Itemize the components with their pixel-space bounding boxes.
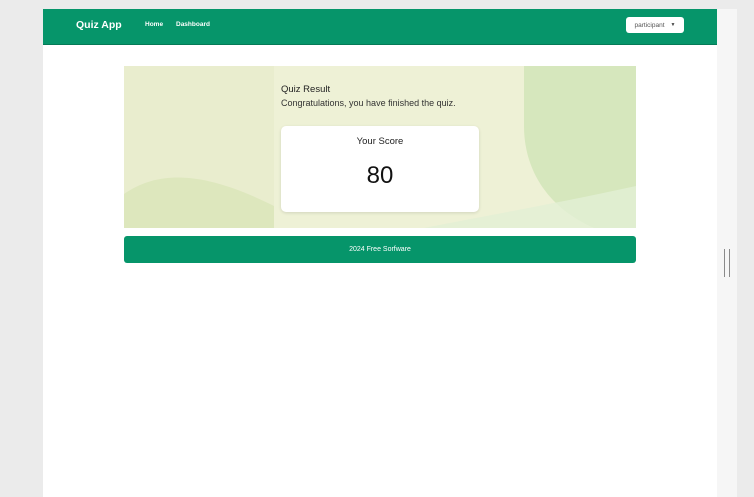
nav-home-link[interactable]: Home	[145, 21, 163, 28]
navbar: Quiz App Home Dashboard participant ▼	[43, 9, 717, 45]
result-hero: Quiz Result Congratulations, you have fi…	[124, 66, 636, 228]
footer-bar: 2024 Free Sorfware	[124, 236, 636, 263]
score-label: Your Score	[356, 136, 404, 147]
nav-dashboard-link[interactable]: Dashboard	[176, 21, 210, 28]
page: Quiz App Home Dashboard participant ▼ Qu…	[43, 9, 717, 497]
footer-text: 2024 Free Sorfware	[349, 246, 411, 253]
resize-handle[interactable]	[724, 249, 730, 277]
result-subtitle: Congratulations, you have finished the q…	[281, 98, 456, 108]
user-menu-dropdown[interactable]: participant ▼	[626, 17, 684, 33]
score-value: 80	[366, 162, 394, 189]
user-menu-label: participant	[634, 21, 665, 29]
score-card: Your Score 80	[281, 126, 479, 212]
result-title: Quiz Result	[281, 84, 331, 95]
chevron-down-icon: ▼	[670, 22, 676, 28]
brand-link[interactable]: Quiz App	[76, 19, 122, 31]
